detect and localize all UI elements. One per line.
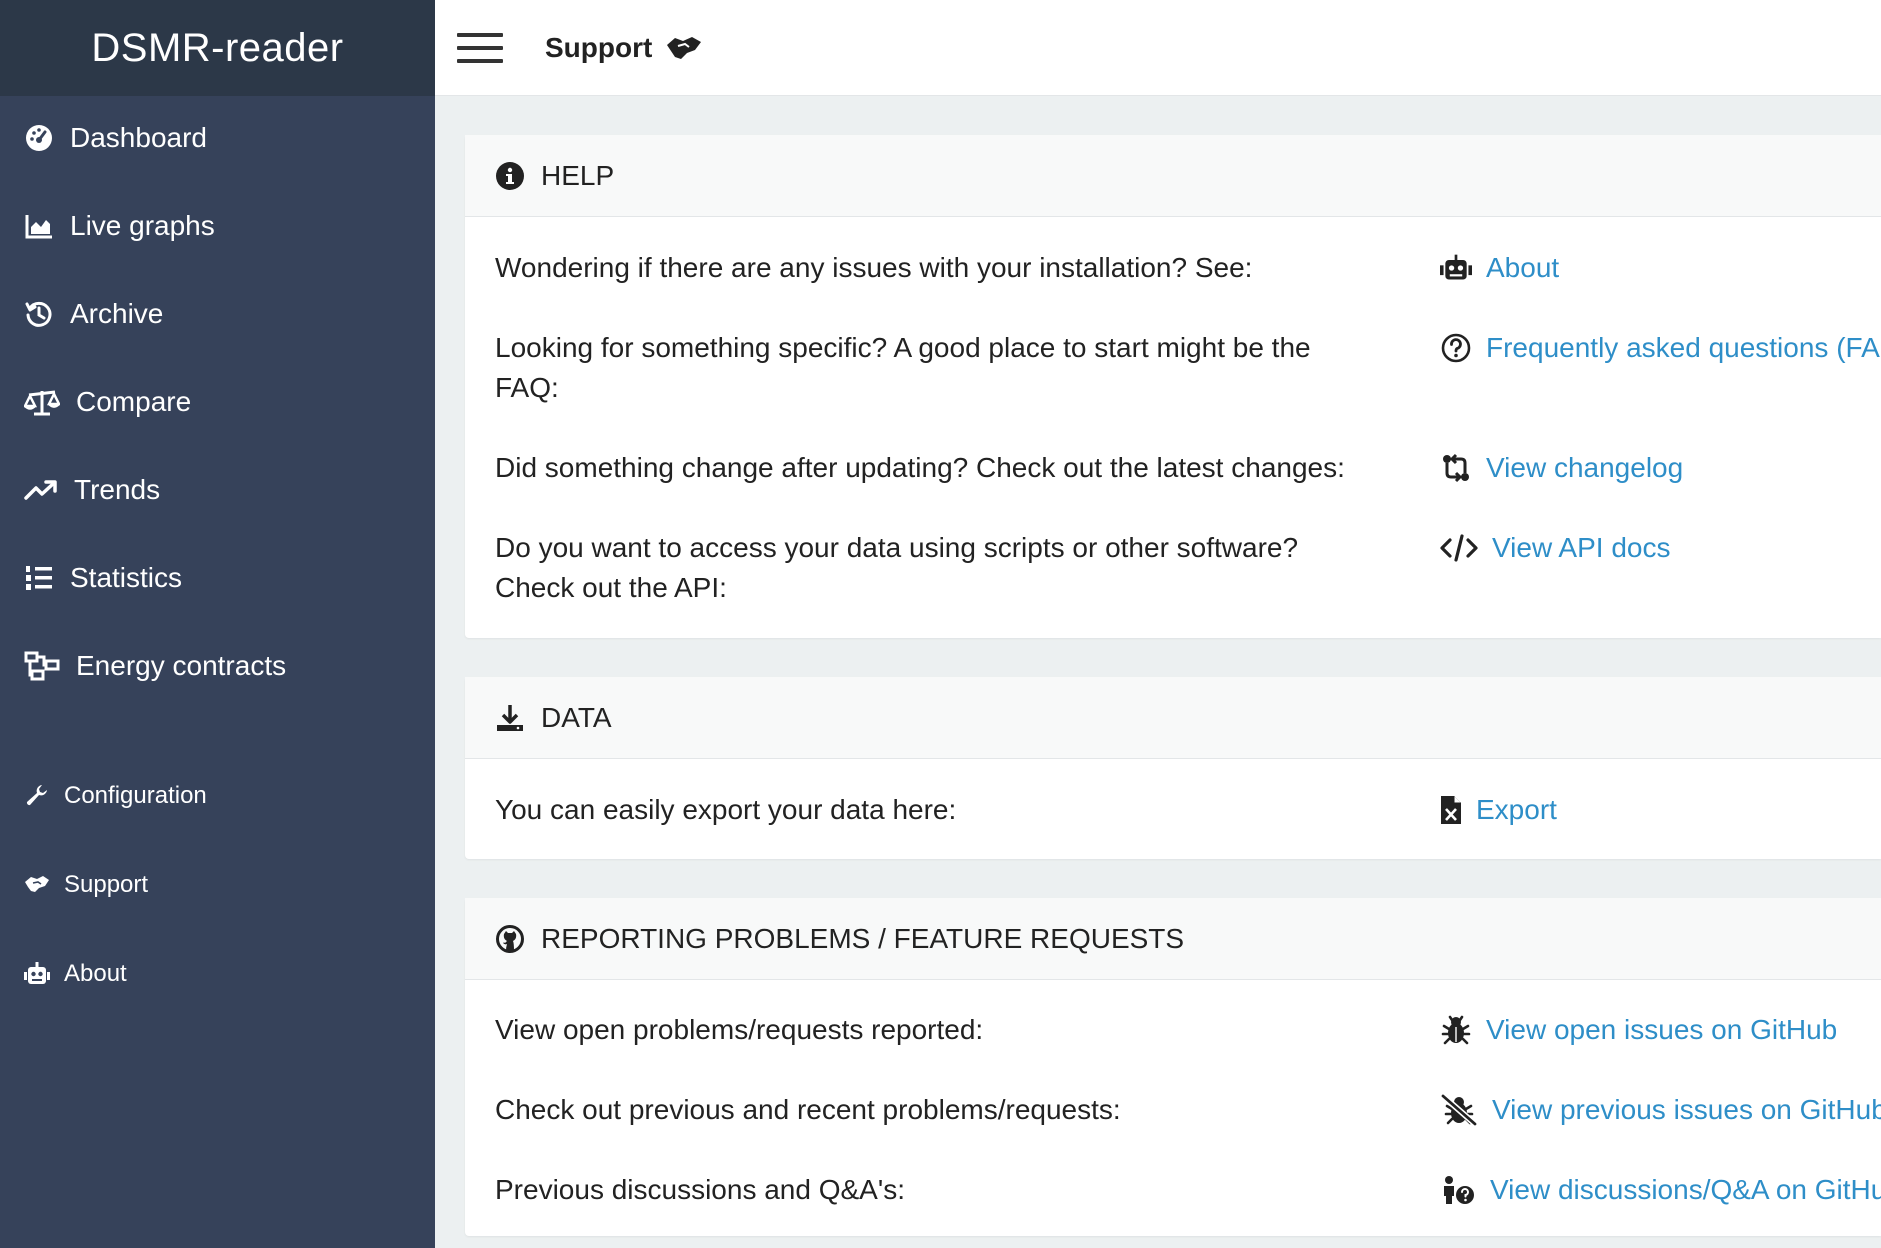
area-chart-icon <box>24 211 54 241</box>
sidebar-item-statistics[interactable]: Statistics <box>24 562 182 594</box>
link-label: View changelog <box>1486 452 1684 483</box>
download-icon <box>495 703 525 733</box>
previous-issues-link[interactable]: View previous issues on GitHub <box>1440 1090 1881 1130</box>
sidebar-item-configuration[interactable]: Configuration <box>24 782 207 810</box>
hamburger-line <box>457 58 503 63</box>
help-question: Wondering if there are any issues with y… <box>495 252 1253 283</box>
bug-slash-icon <box>1440 1094 1478 1126</box>
sidebar-item-live-graphs[interactable]: Live graphs <box>24 210 215 242</box>
sidebar-item-energy-contracts[interactable]: Energy contracts <box>24 650 286 682</box>
api-docs-link[interactable]: View API docs <box>1440 528 1670 568</box>
link-label: Frequently asked questions (FAQ) <box>1486 332 1881 363</box>
panel-header: REPORTING PROBLEMS / FEATURE REQUESTS <box>465 898 1881 980</box>
help-question: Looking for something specific? A good p… <box>495 332 1311 403</box>
link-label: View discussions/Q&A on GitHub <box>1490 1174 1881 1205</box>
reporting-question: Previous discussions and Q&A's: <box>495 1174 905 1205</box>
link-label: About <box>1486 252 1560 283</box>
link-label: View previous issues on GitHub <box>1492 1094 1881 1125</box>
sidebar-item-archive[interactable]: Archive <box>24 298 163 330</box>
panel-title: HELP <box>541 159 615 191</box>
handshake-icon <box>24 872 50 898</box>
sidebar-item-label: Energy contracts <box>76 650 287 681</box>
panel-header: HELP <box>465 135 1881 217</box>
sidebar-item-trends[interactable]: Trends <box>24 474 160 506</box>
github-icon <box>495 924 525 954</box>
code-icon <box>1440 532 1478 564</box>
discussions-link[interactable]: View discussions/Q&A on GitHub <box>1440 1170 1881 1210</box>
sidebar-item-about[interactable]: About <box>24 960 127 988</box>
hamburger-menu-button[interactable] <box>457 32 503 63</box>
history-icon <box>24 299 54 329</box>
panel-title: REPORTING PROBLEMS / FEATURE REQUESTS <box>541 922 1185 954</box>
brand-title[interactable]: DSMR-reader <box>0 0 435 96</box>
panel-title: DATA <box>541 701 612 733</box>
panel-header: DATA <box>465 677 1881 759</box>
robot-icon <box>24 961 50 987</box>
reporting-panel: REPORTING PROBLEMS / FEATURE REQUESTS Vi… <box>465 898 1881 1236</box>
wrench-icon <box>24 783 50 809</box>
top-bar: Support <box>435 0 1881 96</box>
sidebar-item-label: Archive <box>70 298 164 329</box>
sidebar-item-compare[interactable]: Compare <box>24 386 191 418</box>
person-question-icon <box>1440 1174 1476 1206</box>
link-label: View API docs <box>1492 532 1671 563</box>
sidebar-item-label: Configuration <box>64 782 207 809</box>
link-label: View open issues on GitHub <box>1486 1014 1838 1045</box>
tachometer-icon <box>24 123 54 153</box>
question-circle-icon <box>1440 332 1472 364</box>
export-link[interactable]: Export <box>1440 790 1557 830</box>
data-panel: DATA You can easily export your data her… <box>465 677 1881 859</box>
trend-up-icon <box>24 475 58 505</box>
info-circle-icon <box>495 161 525 191</box>
page-title: Support <box>545 31 653 63</box>
hamburger-line <box>457 32 503 37</box>
project-diagram-icon <box>24 651 60 681</box>
sidebar-item-label: Live graphs <box>70 210 215 241</box>
bug-icon <box>1440 1014 1472 1046</box>
help-panel: HELP Wondering if there are any issues w… <box>465 135 1881 638</box>
sidebar-item-dashboard[interactable]: Dashboard <box>24 122 207 154</box>
help-question: Do you want to access your data using sc… <box>495 532 1299 603</box>
open-issues-link[interactable]: View open issues on GitHub <box>1440 1010 1837 1050</box>
file-excel-icon <box>1440 794 1462 826</box>
sidebar-item-label: Compare <box>76 386 192 417</box>
hamburger-line <box>457 45 503 50</box>
handshake-icon <box>666 34 702 62</box>
about-link[interactable]: About <box>1440 248 1559 288</box>
list-ordered-icon <box>24 563 54 593</box>
robot-icon <box>1440 252 1472 284</box>
sidebar-item-label: Trends <box>74 474 161 505</box>
changelog-link[interactable]: View changelog <box>1440 448 1683 488</box>
sidebar-item-support[interactable]: Support <box>24 871 148 899</box>
reporting-question: Check out previous and recent problems/r… <box>495 1094 1121 1125</box>
sidebar-item-label: About <box>64 960 127 987</box>
sidebar: DSMR-reader Dashboard Live graphs Archiv… <box>0 0 435 1248</box>
help-question: Did something change after updating? Che… <box>495 452 1345 483</box>
exchange-icon <box>1440 452 1472 484</box>
link-label: Export <box>1476 794 1557 825</box>
balance-scale-icon <box>24 387 60 417</box>
sidebar-item-label: Dashboard <box>70 122 207 153</box>
data-question: You can easily export your data here: <box>495 794 957 825</box>
sidebar-item-label: Statistics <box>70 562 183 593</box>
faq-link[interactable]: Frequently asked questions (FAQ) <box>1440 328 1881 368</box>
sidebar-item-label: Support <box>64 871 149 898</box>
reporting-question: View open problems/requests reported: <box>495 1014 984 1045</box>
